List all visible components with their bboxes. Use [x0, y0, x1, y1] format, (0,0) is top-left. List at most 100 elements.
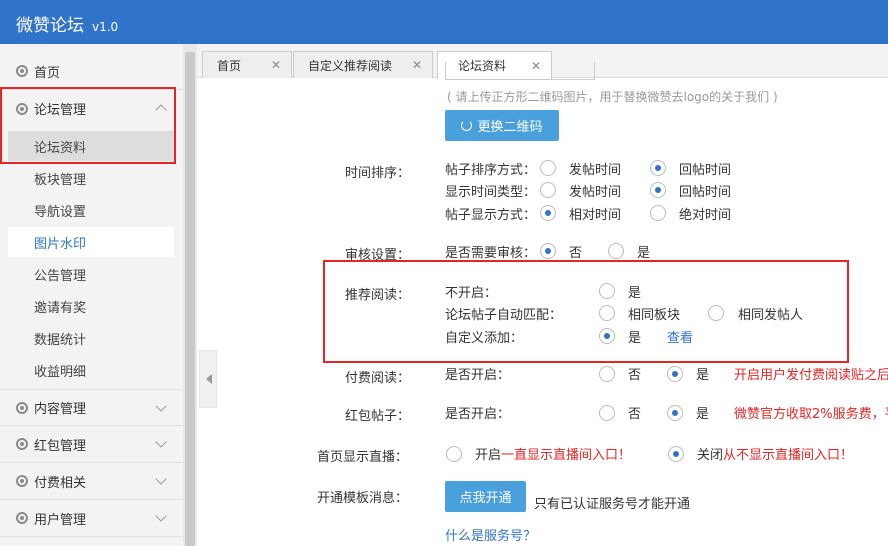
- highlight-box-sidebar: [0, 87, 176, 164]
- auto-match-radio-same-poster[interactable]: [708, 305, 724, 321]
- scrollbar-thumb[interactable]: [185, 52, 195, 546]
- tab-home[interactable]: 首页 ✕: [202, 51, 292, 78]
- gear-icon: [16, 65, 28, 77]
- top-bar: 微赞论坛 v1.0: [0, 0, 888, 44]
- paid-read-note: 开启用户发付费阅读贴之后: [734, 368, 888, 383]
- custom-add-label: 自定义添加：: [445, 331, 524, 346]
- post-sort-radio-reply-time[interactable]: [650, 160, 666, 176]
- time-sort-label: 时间排序：: [345, 166, 411, 181]
- radio-label: 回帖时间: [679, 185, 732, 200]
- radio-label: 是: [628, 331, 642, 346]
- display-mode-radio-absolute[interactable]: [650, 205, 666, 221]
- auto-match-label: 论坛帖子自动匹配：: [445, 308, 563, 323]
- radio-label: 是: [637, 246, 651, 261]
- time-type-radio-reply-time[interactable]: [650, 182, 666, 198]
- sidebar-collapse-handle[interactable]: [199, 350, 217, 408]
- gear-icon: [16, 438, 28, 450]
- radio-label: 相同发帖人: [738, 308, 804, 323]
- time-type-label: 显示时间类型：: [445, 185, 537, 200]
- template-msg-label: 开通模板消息：: [317, 491, 409, 506]
- chevron-down-icon: [155, 473, 167, 485]
- sidebar-item-label: 内容管理: [34, 402, 87, 417]
- display-mode-radio-relative[interactable]: [540, 205, 556, 221]
- recommend-off-radio-yes[interactable]: [599, 283, 615, 299]
- audit-radio-yes[interactable]: [608, 243, 624, 259]
- radio-label: 绝对时间: [679, 208, 732, 223]
- live-option-enable: 开启一直显示直播间入口！: [475, 448, 632, 463]
- radio-label: 发帖时间: [569, 163, 622, 178]
- red-packet-label: 红包帖子：: [345, 409, 411, 424]
- audit-radio-no[interactable]: [540, 243, 556, 259]
- radio-label: 相对时间: [569, 208, 622, 223]
- gear-icon: [16, 475, 28, 487]
- paid-read-label: 付费阅读：: [345, 371, 411, 386]
- activate-button[interactable]: 点我开通: [445, 481, 526, 512]
- live-radio-enable[interactable]: [446, 446, 462, 462]
- red-packet-radio-no[interactable]: [599, 405, 615, 421]
- radio-label: 否: [628, 368, 642, 383]
- radio-label: 是: [628, 286, 642, 301]
- live-radio-disable[interactable]: [668, 446, 684, 462]
- qr-hint-text: ( 请上传正方形二维码图片，用于替换微赞去logo的关于我们 ): [447, 90, 778, 104]
- auto-match-radio-same-board[interactable]: [599, 305, 615, 321]
- sidebar-subitem-invite-rewards[interactable]: 邀请有奖: [8, 291, 174, 321]
- tab-label: 自定义推荐阅读: [308, 58, 393, 73]
- refresh-icon: [461, 120, 473, 131]
- sidebar-item-label: 红包管理: [34, 438, 87, 454]
- post-sort-radio-post-time[interactable]: [540, 160, 556, 176]
- paid-read-radio-no[interactable]: [599, 366, 615, 382]
- view-link[interactable]: 查看: [667, 327, 693, 346]
- template-msg-note: 只有已认证服务号才能开通: [534, 497, 691, 512]
- red-packet-note: 微赞官方收取2%服务费，平: [734, 407, 888, 422]
- chevron-down-icon: [155, 510, 167, 522]
- sidebar-scrollbar[interactable]: [183, 44, 197, 546]
- radio-label: 是: [696, 368, 710, 383]
- sidebar-item-red-packet-management[interactable]: 红包管理: [0, 426, 183, 463]
- radio-label: 否: [628, 407, 642, 422]
- gear-icon: [16, 401, 28, 414]
- app-brand[interactable]: 微赞论坛 v1.0: [16, 11, 118, 36]
- radio-label: 回帖时间: [679, 163, 732, 178]
- custom-add-radio-yes[interactable]: [599, 328, 615, 344]
- app-version: v1.0: [92, 20, 119, 34]
- replace-qr-label: 更换二维码: [477, 120, 543, 135]
- close-icon[interactable]: ✕: [271, 58, 281, 72]
- sidebar-subitem-announcements[interactable]: 公告管理: [8, 259, 174, 289]
- sidebar-item-label: 首页: [34, 65, 61, 81]
- gear-icon: [16, 512, 28, 524]
- red-packet-question: 是否开启：: [445, 407, 511, 422]
- service-account-link[interactable]: 什么是服务号？: [445, 525, 536, 544]
- close-icon[interactable]: ✕: [412, 58, 422, 72]
- paid-read-radio-yes[interactable]: [667, 366, 683, 382]
- chevron-down-icon: [155, 436, 167, 448]
- radio-label: 相同板块: [628, 308, 681, 323]
- sidebar-subitem-revenue[interactable]: 收益明细: [8, 355, 174, 385]
- qr-upload-field[interactable]: [445, 62, 595, 80]
- sidebar-item-content-management[interactable]: 内容管理: [0, 389, 183, 426]
- replace-qr-button[interactable]: 更换二维码: [445, 110, 559, 141]
- sidebar-subitem-image-watermark[interactable]: 图片水印: [8, 227, 174, 257]
- live-label: 首页显示直播：: [317, 450, 409, 465]
- recommend-label: 推荐阅读：: [345, 288, 411, 303]
- sidebar-item-home[interactable]: 首页: [0, 53, 183, 90]
- chevron-down-icon: [155, 400, 167, 412]
- live-option-disable: 关闭从不显示直播间入口！: [697, 448, 854, 463]
- sidebar-subitem-statistics[interactable]: 数据统计: [8, 323, 174, 353]
- sidebar-item-paid-related[interactable]: 付费相关: [0, 463, 183, 500]
- time-type-radio-post-time[interactable]: [540, 182, 556, 198]
- radio-label: 发帖时间: [569, 185, 622, 200]
- radio-label: 否: [569, 246, 583, 261]
- app-title: 微赞论坛: [16, 16, 84, 36]
- sidebar-subitem-board-management[interactable]: 板块管理: [8, 163, 174, 193]
- tab-label: 首页: [217, 58, 242, 73]
- sidebar-item-label: 付费相关: [34, 475, 87, 491]
- red-packet-radio-yes[interactable]: [667, 405, 683, 421]
- display-mode-label: 帖子显示方式：: [445, 208, 537, 223]
- sidebar-subitem-nav-settings[interactable]: 导航设置: [8, 195, 174, 225]
- audit-question: 是否需要审核：: [445, 246, 537, 261]
- tab-custom-recommend[interactable]: 自定义推荐阅读 ✕: [293, 51, 433, 78]
- paid-read-question: 是否开启：: [445, 368, 511, 383]
- sidebar-item-label: 用户管理: [34, 512, 87, 528]
- recommend-off-label: 不开启：: [445, 286, 498, 301]
- sidebar-item-user-management[interactable]: 用户管理: [0, 500, 183, 537]
